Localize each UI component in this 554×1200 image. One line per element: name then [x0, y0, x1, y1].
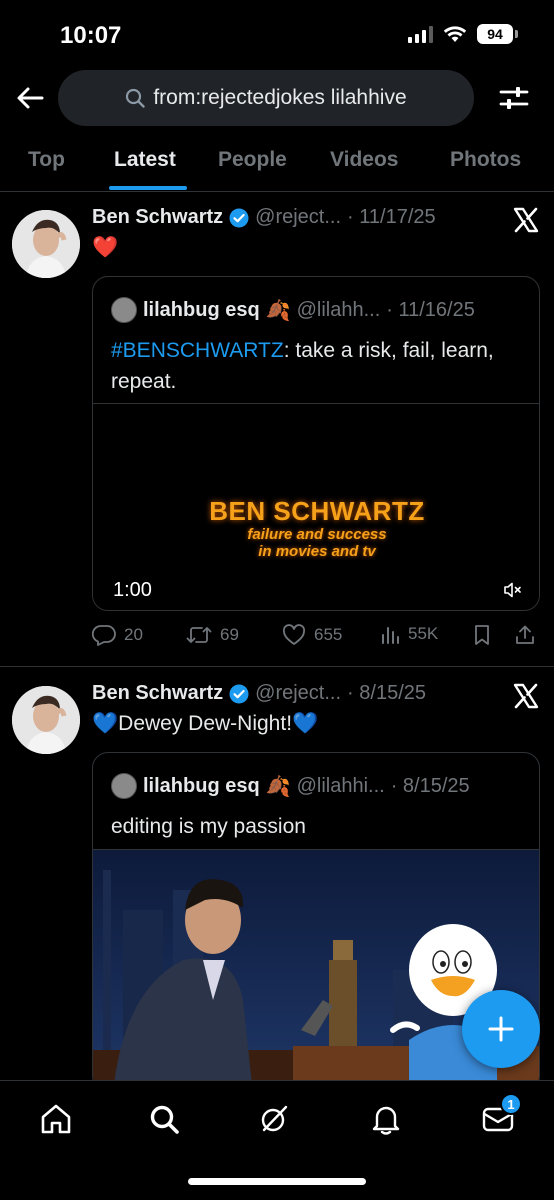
- quote-avatar: [111, 773, 137, 799]
- like-count: 655: [314, 625, 343, 644]
- compose-button[interactable]: [462, 990, 540, 1068]
- bookmark-button[interactable]: [472, 624, 492, 646]
- tweet-date: · 8/15/25: [347, 682, 426, 704]
- search-query: from:rejectedjokes lilahhive: [153, 86, 407, 109]
- grok-icon: [261, 1105, 288, 1132]
- quote-tweet[interactable]: lilahbug esq 🍂 @lilahh... · 11/16/25 #BE…: [92, 276, 540, 611]
- home-indicator: [188, 1178, 366, 1185]
- status-icons: 94: [408, 24, 518, 44]
- repost-count: 69: [220, 625, 239, 644]
- search-icon: [126, 88, 146, 108]
- mute-icon[interactable]: [503, 580, 523, 600]
- share-icon: [516, 625, 534, 644]
- quote-avatar: [111, 297, 137, 323]
- search-tabs: Top Latest People Videos Photos: [0, 140, 554, 192]
- battery-level: 94: [477, 24, 513, 44]
- quote-text: #BENSCHWARTZ: take a risk, fail, learn, …: [111, 335, 521, 397]
- tab-people[interactable]: People: [218, 148, 287, 172]
- video-subtitle-line-2: in movies and tv: [258, 543, 376, 560]
- heart-icon: [282, 624, 306, 645]
- search-header: from:rejectedjokes lilahhive: [0, 70, 554, 128]
- avatar[interactable]: [12, 686, 80, 754]
- nav-search[interactable]: [144, 1099, 184, 1139]
- tweet-date: · 11/17/25: [347, 206, 436, 228]
- status-time: 10:07: [60, 22, 122, 49]
- tweet-actions: 20 69 655 55K: [92, 624, 542, 654]
- tweet-header: Ben Schwartz @reject... · 8/15/25: [92, 682, 426, 705]
- notifications-icon: [372, 1106, 400, 1135]
- x-logo-icon: [513, 207, 539, 233]
- verified-badge-icon: [229, 684, 249, 703]
- tweet-header: Ben Schwartz @reject... · 11/17/25: [92, 206, 436, 229]
- search-filters-button[interactable]: [498, 82, 530, 114]
- tweet-divider: [0, 666, 554, 667]
- quote-author-handle: @lilahh...: [296, 298, 381, 321]
- home-icon: [41, 1104, 71, 1134]
- verified-badge-icon: [229, 208, 249, 227]
- nav-home[interactable]: [36, 1099, 76, 1139]
- view-count: 55K: [408, 624, 439, 643]
- tweet-text: 💙Dewey Dew-Night!💙: [92, 712, 319, 735]
- quote-text: editing is my passion: [111, 815, 306, 838]
- video-subtitle: failure and success in movies and tv: [93, 526, 539, 560]
- sliders-icon: [499, 87, 529, 109]
- views-icon: [382, 627, 399, 644]
- cellular-signal-icon: [408, 25, 433, 43]
- like-button[interactable]: 655: [282, 624, 342, 646]
- bookmark-icon: [475, 625, 489, 645]
- tab-latest[interactable]: Latest: [114, 148, 176, 172]
- quote-author-name: lilahbug esq: [143, 298, 260, 321]
- tab-videos[interactable]: Videos: [330, 148, 398, 172]
- repost-icon: [186, 627, 212, 643]
- quote-author-handle: @lilahhi...: [296, 774, 385, 797]
- wifi-icon: [443, 26, 467, 42]
- repost-button[interactable]: 69: [186, 624, 239, 646]
- x-logo-icon: [513, 683, 539, 709]
- quote-header: lilahbug esq 🍂 @lilahh... · 11/16/25: [111, 297, 475, 323]
- nav-messages[interactable]: 1: [478, 1093, 522, 1139]
- search-input[interactable]: from:rejectedjokes lilahhive: [58, 70, 474, 126]
- active-tab-indicator: [109, 186, 187, 190]
- share-button[interactable]: [514, 624, 536, 646]
- video-title: BEN SCHWARTZ: [209, 496, 425, 526]
- video-duration: 1:00: [113, 579, 152, 601]
- tweet-text: ❤️: [92, 236, 119, 259]
- author-name[interactable]: Ben Schwartz: [92, 206, 223, 229]
- video-subtitle-line-1: failure and success: [247, 526, 387, 543]
- plus-icon: [488, 1016, 514, 1042]
- nav-grok[interactable]: [254, 1099, 294, 1139]
- leaf-emoji: 🍂: [265, 299, 291, 322]
- reply-icon: [92, 625, 116, 646]
- author-handle[interactable]: @reject...: [255, 206, 341, 229]
- quote-author-name: lilahbug esq: [143, 774, 260, 797]
- author-name[interactable]: Ben Schwartz: [92, 682, 223, 705]
- nav-notifications[interactable]: [366, 1099, 406, 1139]
- quote-date: · 8/15/25: [390, 774, 470, 797]
- video-player[interactable]: BEN SCHWARTZ failure and success in movi…: [93, 403, 539, 610]
- back-arrow-icon: [17, 87, 44, 109]
- views-button[interactable]: 55K: [380, 624, 438, 644]
- search-icon: [150, 1105, 179, 1134]
- hashtag-link[interactable]: #BENSCHWARTZ: [111, 339, 284, 362]
- status-bar: 10:07 94: [0, 0, 554, 70]
- avatar[interactable]: [12, 210, 80, 278]
- reply-button[interactable]: 20: [92, 624, 143, 646]
- messages-badge: 1: [500, 1093, 522, 1115]
- battery-icon: 94: [477, 24, 518, 44]
- tab-top[interactable]: Top: [28, 148, 65, 172]
- back-button[interactable]: [14, 82, 46, 114]
- author-handle[interactable]: @reject...: [255, 682, 341, 705]
- leaf-emoji: 🍂: [265, 775, 291, 798]
- quote-header: lilahbug esq 🍂 @lilahhi... · 8/15/25: [111, 773, 470, 799]
- tweet[interactable]: Ben Schwartz @reject... · 11/17/25 ❤️ li…: [0, 206, 554, 666]
- reply-count: 20: [124, 625, 143, 644]
- quote-date: · 11/16/25: [386, 298, 475, 321]
- tab-photos[interactable]: Photos: [450, 148, 521, 172]
